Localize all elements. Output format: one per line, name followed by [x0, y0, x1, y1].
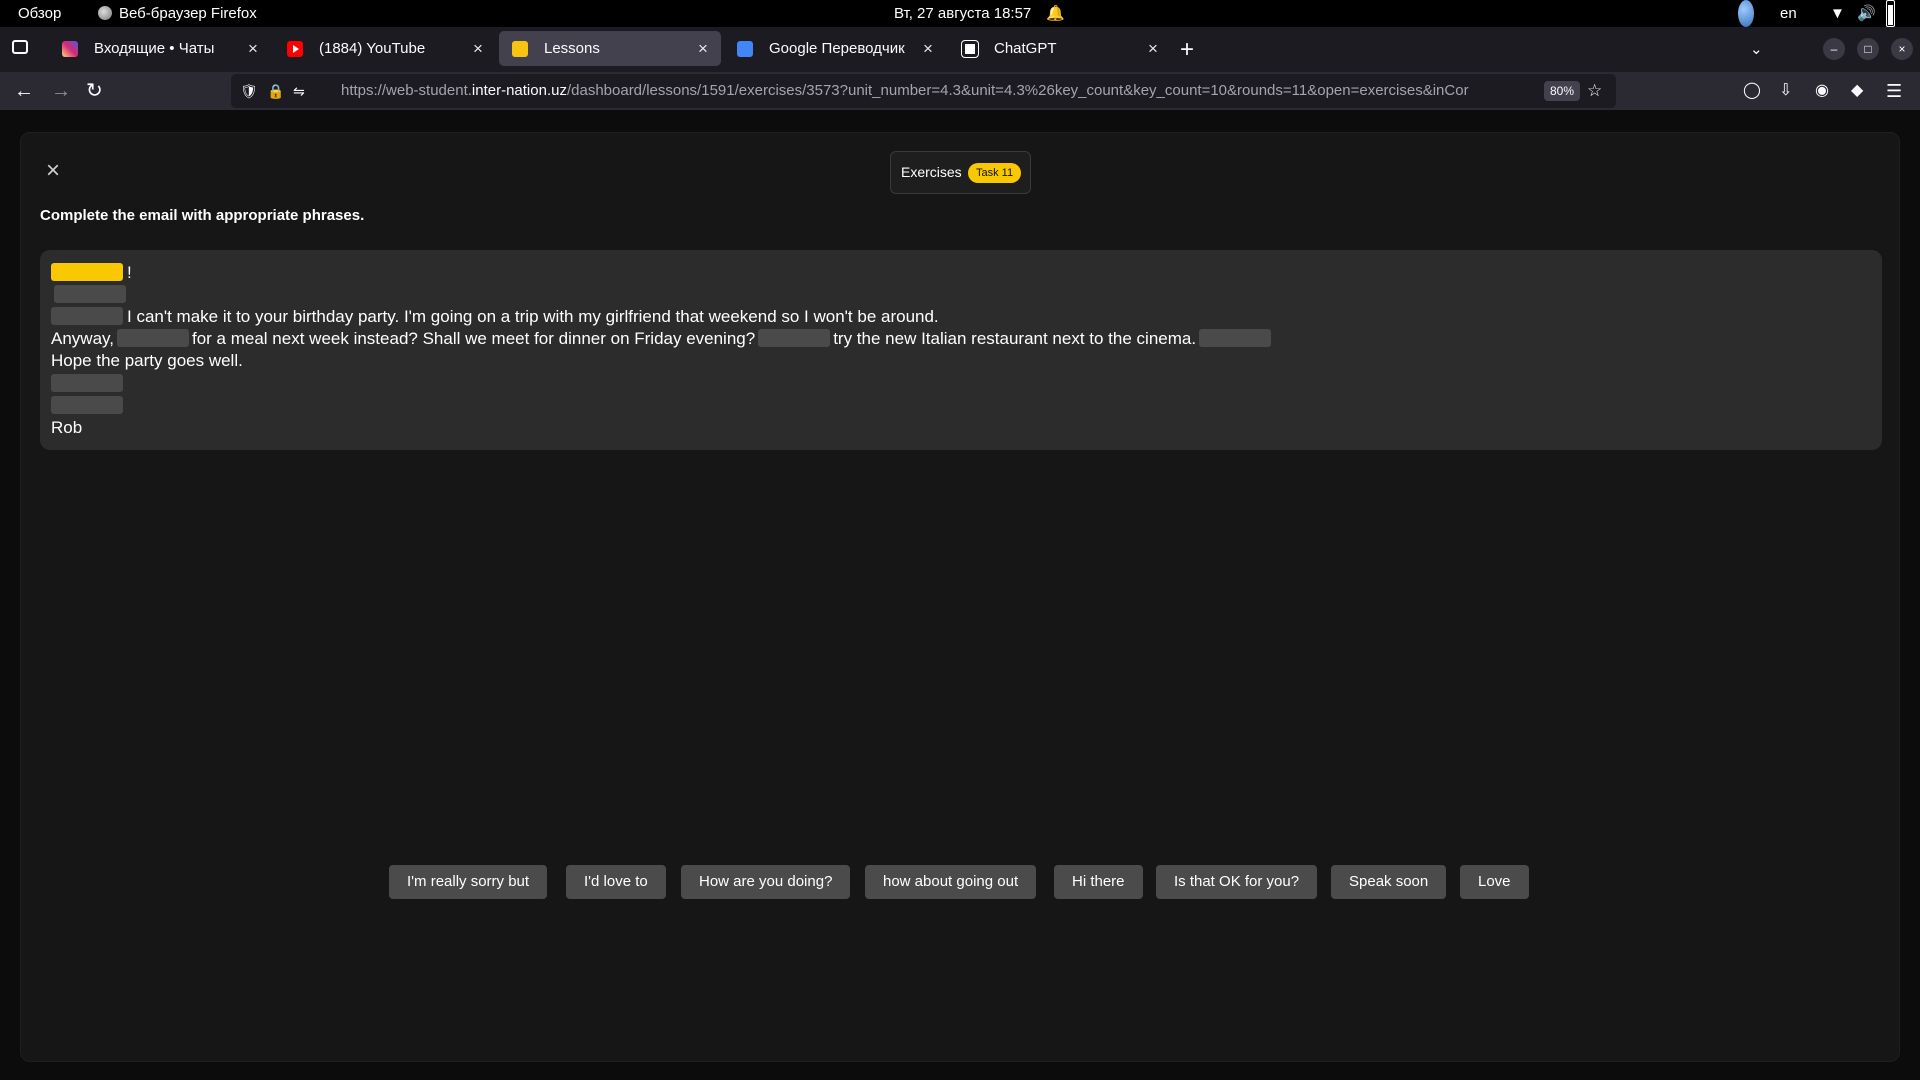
email-line-2	[51, 284, 130, 306]
url-bar[interactable]: 🛡 🔒 ⇋ https://web-student.inter-nation.u…	[231, 74, 1616, 108]
permissions-icon[interactable]: ⇋	[293, 74, 305, 108]
email-line-6	[51, 373, 127, 395]
wifi-icon[interactable]: ▼	[1830, 0, 1845, 27]
system-top-bar: Обзор Веб-браузер Firefox Вт, 27 августа…	[0, 0, 1920, 27]
app-menu[interactable]: Веб-браузер Firefox	[98, 0, 257, 27]
close-icon[interactable]: ×	[40, 158, 66, 184]
answer-blank-2[interactable]	[54, 285, 126, 303]
close-tab-icon[interactable]: ×	[245, 31, 261, 66]
exercises-header: Exercises Task 11	[890, 151, 1031, 194]
email-text-box: ! I can't make it to your birthday party…	[40, 250, 1882, 450]
pocket-icon[interactable]: ◯	[1743, 72, 1761, 110]
close-tab-icon[interactable]: ×	[920, 31, 936, 66]
email-signature: Rob	[51, 418, 83, 437]
back-arrow-icon[interactable]: ←	[14, 72, 34, 110]
hamburger-menu-icon[interactable]: ☰	[1886, 72, 1902, 110]
tracking-shield-icon[interactable]: 🛡	[240, 74, 258, 108]
url-prefix: https://web-student.	[341, 82, 472, 99]
forward-arrow-icon[interactable]: →	[51, 72, 71, 110]
firefox-view-icon[interactable]	[12, 40, 28, 54]
tab-youtube[interactable]: (1884) YouTube ×	[274, 31, 496, 66]
phrase-chip[interactable]: How are you doing?	[681, 865, 851, 899]
exercises-label: Exercises	[901, 164, 962, 180]
close-tab-icon[interactable]: ×	[1145, 31, 1161, 66]
tab-title: ChatGPT	[994, 40, 1057, 57]
exercise-modal: × Exercises Task 11 Complete the email w…	[20, 132, 1900, 1062]
activities-overview-button[interactable]: Обзор	[18, 0, 61, 27]
tab-instagram[interactable]: Входящие • Чаты ×	[49, 31, 271, 66]
phrase-chip[interactable]: Hi there	[1054, 865, 1143, 899]
email-text-restaurant: try the new Italian restaurant next to t…	[833, 329, 1197, 348]
phrase-chip[interactable]: I'd love to	[566, 865, 666, 899]
keyboard-layout-indicator[interactable]: en	[1780, 0, 1797, 27]
battery-icon[interactable]	[1886, 0, 1895, 27]
lessons-icon	[512, 41, 528, 57]
clock[interactable]: Вт, 27 августа 18:57	[894, 0, 1031, 27]
answer-blank-6[interactable]	[1199, 329, 1272, 347]
page-viewport: × Exercises Task 11 Complete the email w…	[0, 110, 1920, 1080]
lock-icon[interactable]: 🔒	[267, 74, 284, 108]
reload-icon[interactable]: ↻	[86, 72, 103, 110]
email-sentence-apology: I can't make it to your birthday party. …	[127, 307, 939, 326]
email-line-5: Hope the party goes well.	[51, 350, 243, 372]
phrase-chip[interactable]: Love	[1460, 865, 1529, 899]
answer-blank-4[interactable]	[117, 329, 189, 347]
email-line-4: Anyway, for a meal next week instead? Sha…	[51, 328, 1274, 350]
extensions-puzzle-icon[interactable]: ◆	[1851, 72, 1863, 110]
maximize-window-button[interactable]: □	[1857, 38, 1879, 60]
email-text-party: Hope the party goes well.	[51, 351, 243, 370]
answer-blank-8[interactable]	[51, 396, 123, 414]
bell-icon[interactable]: 🔔	[1046, 0, 1065, 27]
chatgpt-icon	[962, 41, 978, 57]
tab-google-translate[interactable]: Google Переводчик ×	[724, 31, 946, 66]
email-text-anyway: Anyway,	[51, 329, 114, 348]
volume-icon[interactable]: 🔊	[1857, 0, 1876, 27]
phrase-chip[interactable]: how about going out	[865, 865, 1037, 899]
bookmark-star-icon[interactable]: ☆	[1587, 74, 1602, 108]
account-icon[interactable]: ◉	[1815, 72, 1829, 110]
globe-icon[interactable]	[1738, 0, 1754, 27]
close-tab-icon[interactable]: ×	[470, 31, 486, 66]
new-tab-button[interactable]: +	[1180, 27, 1194, 72]
answer-blank-7[interactable]	[51, 374, 123, 392]
url-path: /dashboard/lessons/1591/exercises/3573?u…	[566, 82, 1469, 99]
url-host: inter-nation.uz	[471, 82, 567, 99]
tab-title: Lessons	[544, 40, 600, 57]
tab-lessons[interactable]: Lessons ×	[499, 31, 721, 66]
email-line-signature: Rob	[51, 417, 82, 439]
phrase-chip[interactable]: Speak soon	[1331, 865, 1447, 899]
minimize-window-button[interactable]: –	[1823, 38, 1845, 60]
tab-chatgpt[interactable]: ChatGPT ×	[949, 31, 1171, 66]
url-text[interactable]: https://web-student.inter-nation.uz/dash…	[341, 74, 1516, 108]
answer-blank-3[interactable]	[51, 307, 123, 325]
email-line-3: I can't make it to your birthday party. …	[51, 306, 939, 328]
phrase-bank: I'm really sorry but I'd love to How are…	[0, 865, 1920, 899]
exercise-instruction: Complete the email with appropriate phra…	[40, 207, 365, 224]
firefox-icon	[98, 6, 112, 20]
email-text-meal: for a meal next week instead? Shall we m…	[192, 329, 756, 348]
list-all-tabs-chevron-icon[interactable]: ⌄	[1750, 27, 1763, 72]
tab-strip: Входящие • Чаты × (1884) YouTube × Lesso…	[0, 27, 1920, 72]
tab-title: (1884) YouTube	[319, 40, 426, 57]
answer-blank-5[interactable]	[758, 329, 831, 347]
close-tab-icon[interactable]: ×	[695, 31, 711, 66]
answer-blank-1[interactable]	[51, 263, 123, 281]
email-line-greeting: !	[51, 262, 132, 284]
email-line-7	[51, 395, 127, 417]
zoom-level-badge[interactable]: 80%	[1544, 81, 1581, 101]
instagram-icon	[62, 41, 78, 57]
greeting-punctuation: !	[127, 263, 132, 282]
task-badge: Task 11	[968, 163, 1022, 183]
navigation-toolbar: ← → ↻ 🛡 🔒 ⇋ https://web-student.inter-na…	[0, 72, 1920, 110]
tab-title: Входящие • Чаты	[94, 40, 215, 57]
download-icon[interactable]: ⇩	[1779, 72, 1792, 110]
phrase-chip[interactable]: Is that OK for you?	[1156, 865, 1318, 899]
app-name: Веб-браузер Firefox	[119, 5, 257, 22]
tab-title: Google Переводчик	[769, 40, 905, 57]
youtube-icon	[287, 41, 303, 57]
phrase-chip[interactable]: I'm really sorry but	[389, 865, 548, 899]
google-translate-icon	[737, 41, 753, 57]
close-window-button[interactable]: ×	[1891, 38, 1913, 60]
